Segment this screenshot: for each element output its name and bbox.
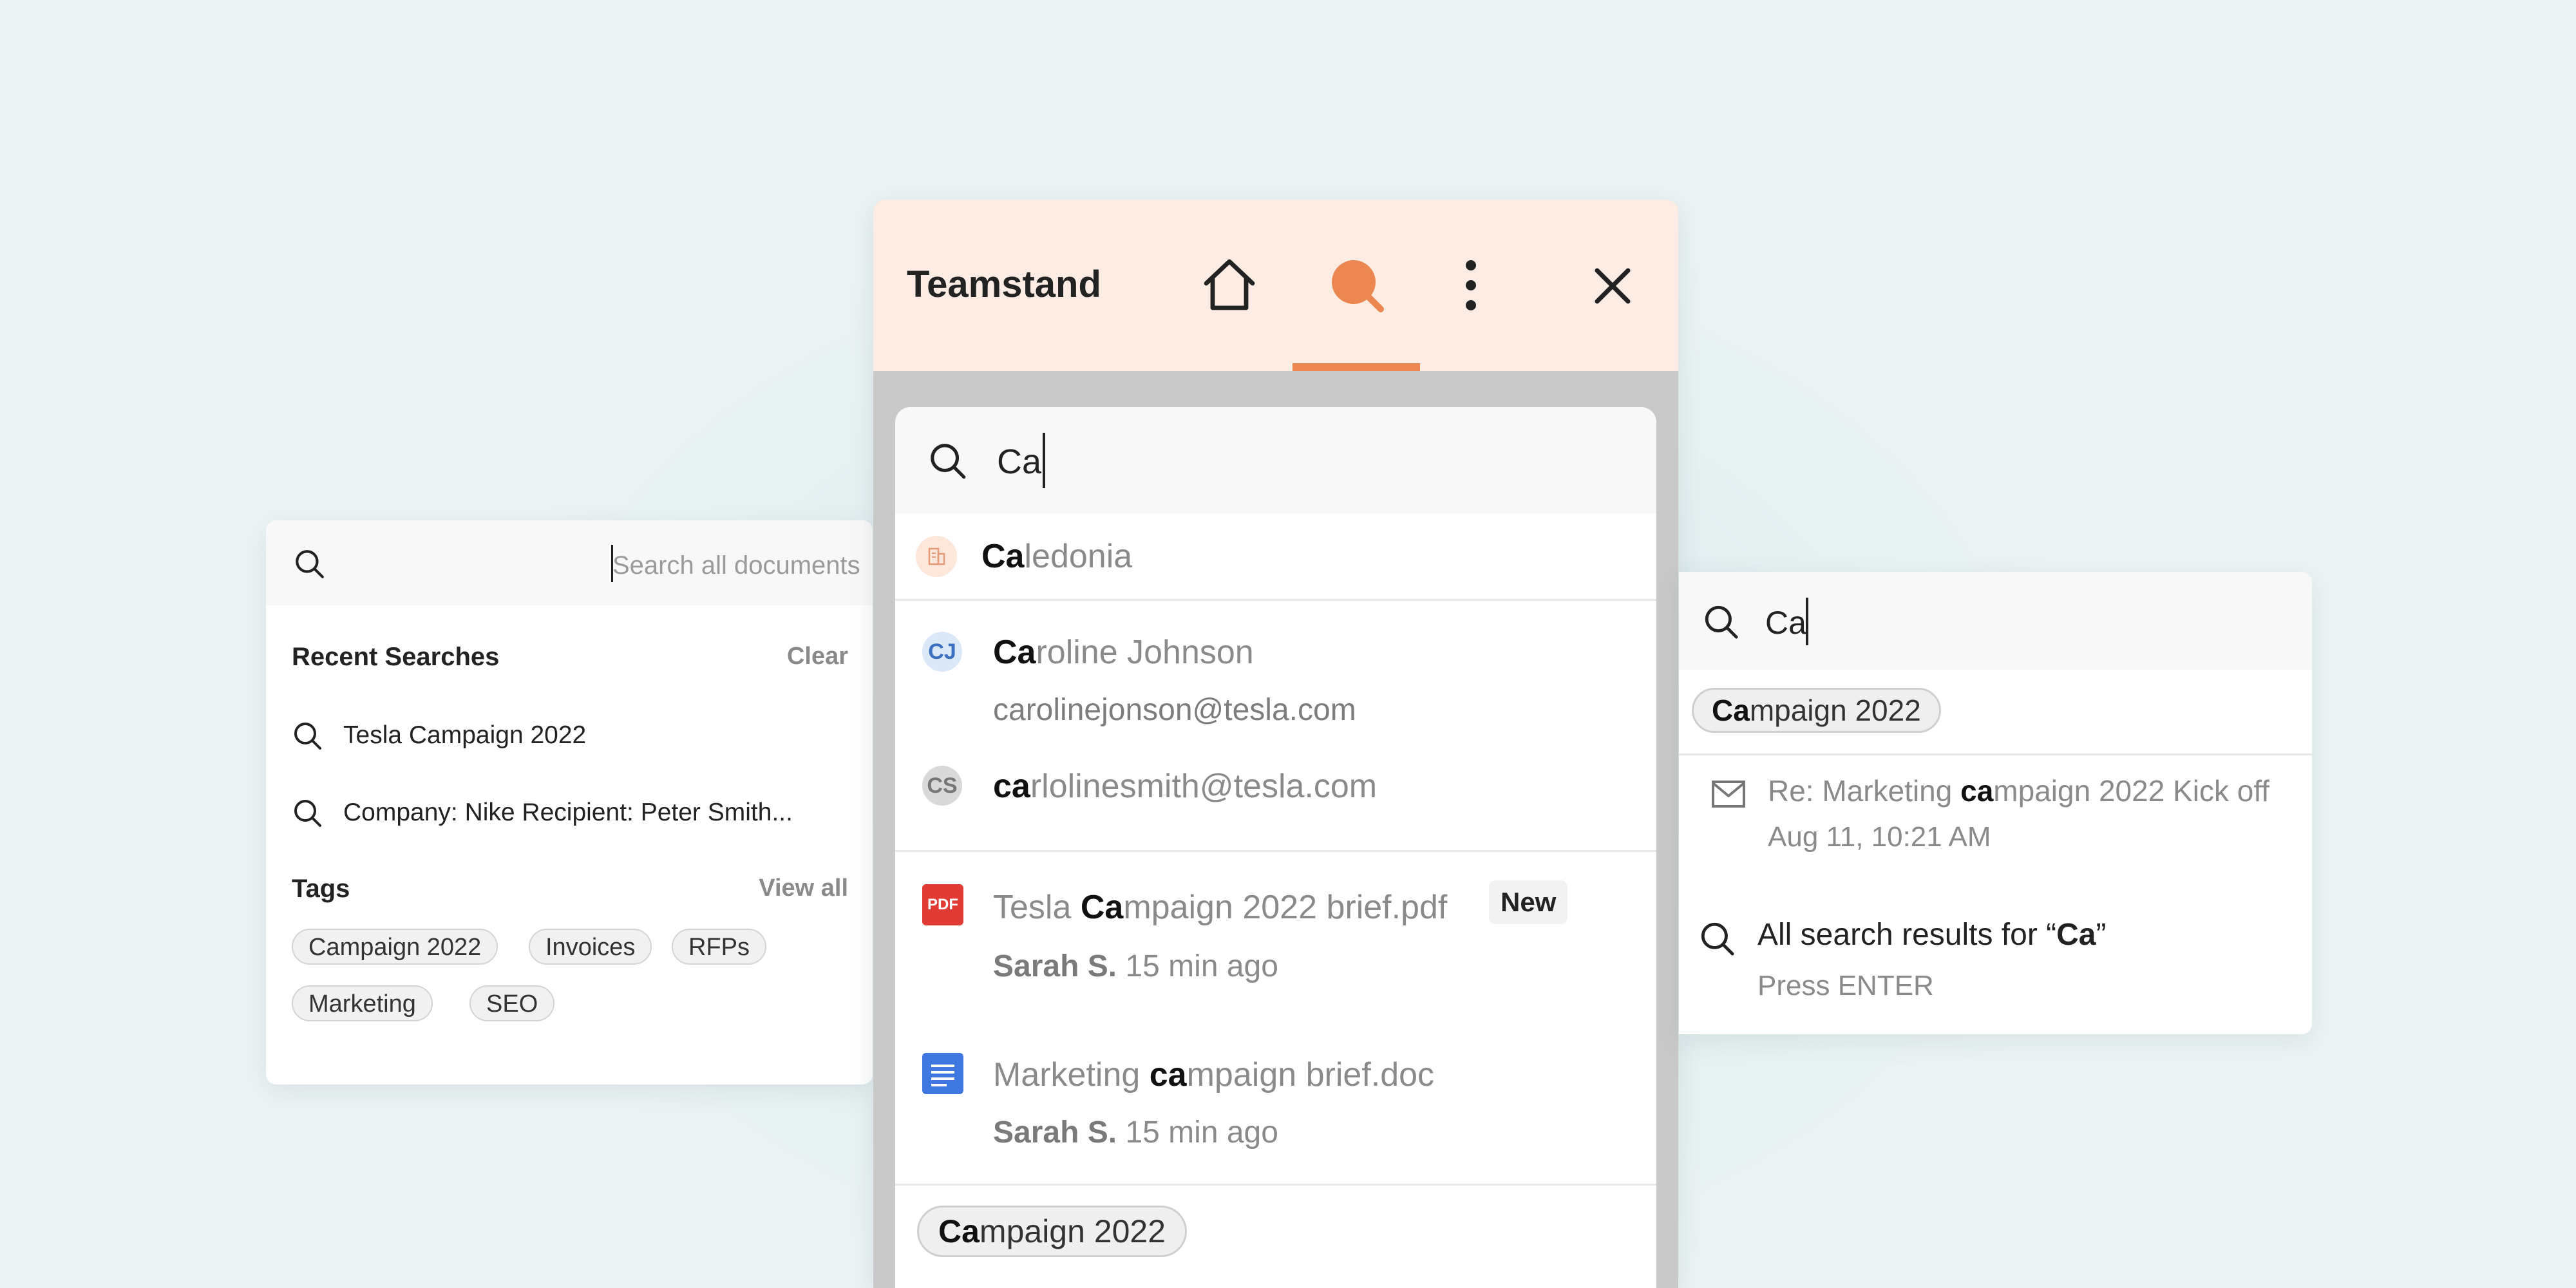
company-name: Caledonia: [981, 538, 1133, 575]
recent-searches-panel: Search all documents Recent Searches Cle…: [266, 520, 873, 1084]
person-name: Caroline Johnson: [993, 634, 1254, 671]
app-header: Teamstand: [873, 200, 1678, 371]
recent-search-item[interactable]: Company: Nike Recipient: Peter Smith...: [292, 793, 793, 832]
search-results-dropdown: Ca Caledonia CJ Caroline Johnson carolin…: [895, 407, 1656, 1288]
app-title: Teamstand: [907, 263, 1101, 305]
search-icon: [293, 547, 325, 580]
search-popup-window: Teamstand Ca Caledonia CJ Caroline Johns…: [873, 200, 1678, 1288]
tag-chip[interactable]: SEO: [469, 985, 555, 1021]
tag-chip[interactable]: Marketing: [292, 985, 433, 1021]
recent-searches-heading: Recent Searches: [292, 643, 500, 671]
divider: [895, 1184, 1656, 1186]
person-result[interactable]: CS carlolinesmith@tesla.com: [895, 741, 1656, 829]
search-bar[interactable]: Ca: [895, 407, 1656, 514]
text-caret: [1806, 598, 1808, 645]
tag-result-chip[interactable]: Campaign 2022: [917, 1206, 1188, 1257]
person-result[interactable]: CJ Caroline Johnson carolinejonson@tesla…: [895, 601, 1656, 741]
search-icon[interactable]: [1327, 255, 1388, 317]
more-vertical-icon[interactable]: [1464, 259, 1477, 312]
search-input[interactable]: Ca: [997, 442, 1041, 482]
search-input[interactable]: Ca: [1765, 604, 1806, 641]
tag-chip[interactable]: Campaign 2022: [292, 929, 498, 965]
doc-icon: [922, 1053, 963, 1094]
pdf-icon: PDF: [922, 884, 963, 925]
email-result[interactable]: Re: Marketing campaign 2022 Kick off Aug…: [1679, 755, 2312, 884]
all-results-label: All search results for “Ca”: [1757, 918, 2107, 952]
home-icon[interactable]: [1198, 254, 1261, 316]
tag-result-chip[interactable]: Campaign 2022: [1692, 688, 1941, 733]
all-results-action[interactable]: All search results for “Ca” Press ENTER: [1679, 894, 2312, 1023]
search-icon: [1702, 603, 1739, 640]
building-icon: [916, 536, 957, 577]
tag-chip[interactable]: Invoices: [529, 929, 652, 965]
file-meta: Sarah S. 15 min ago: [993, 1115, 1278, 1150]
file-result[interactable]: PDF Tesla Campaign 2022 brief.pdf New Sa…: [895, 852, 1656, 998]
new-badge: New: [1489, 880, 1568, 924]
search-bar[interactable]: Ca: [1679, 572, 2312, 670]
recent-search-text: Tesla Campaign 2022: [343, 721, 587, 749]
active-tab-indicator: [1293, 363, 1420, 371]
recent-search-text: Company: Nike Recipient: Peter Smith...: [343, 799, 793, 826]
avatar: CJ: [922, 632, 962, 672]
file-name: Tesla Campaign 2022 brief.pdf: [993, 889, 1448, 926]
email-date: Aug 11, 10:21 AM: [1768, 821, 1991, 853]
search-icon: [1698, 920, 1736, 957]
file-meta: Sarah S. 15 min ago: [993, 949, 1278, 983]
search-input-placeholder[interactable]: Search all documents: [612, 551, 860, 580]
close-icon[interactable]: [1593, 267, 1632, 305]
text-caret: [1043, 433, 1045, 488]
tags-heading: Tags: [292, 875, 350, 903]
person-email: carlolinesmith@tesla.com: [993, 768, 1378, 805]
person-email: carolinejonson@tesla.com: [993, 693, 1356, 727]
search-icon: [927, 440, 967, 480]
view-all-tags-link[interactable]: View all: [759, 875, 848, 902]
recent-search-item[interactable]: Tesla Campaign 2022: [292, 716, 586, 755]
clear-button[interactable]: Clear: [787, 643, 848, 670]
mail-icon: [1711, 780, 1746, 808]
search-icon: [292, 797, 323, 828]
document-search-bar[interactable]: Search all documents: [266, 520, 873, 605]
search-results-panel: Ca Campaign 2022 Re: Marketing campaign …: [1679, 572, 2312, 1034]
press-enter-hint: Press ENTER: [1757, 970, 1934, 1001]
avatar: CS: [922, 766, 962, 806]
email-subject: Re: Marketing campaign 2022 Kick off: [1768, 774, 2270, 808]
tag-chip[interactable]: RFPs: [672, 929, 766, 965]
search-icon: [292, 720, 323, 751]
company-result[interactable]: Caledonia: [895, 514, 1656, 599]
file-result[interactable]: Marketing campaign brief.doc Sarah S. 15…: [895, 998, 1656, 1184]
file-name: Marketing campaign brief.doc: [993, 1056, 1435, 1094]
